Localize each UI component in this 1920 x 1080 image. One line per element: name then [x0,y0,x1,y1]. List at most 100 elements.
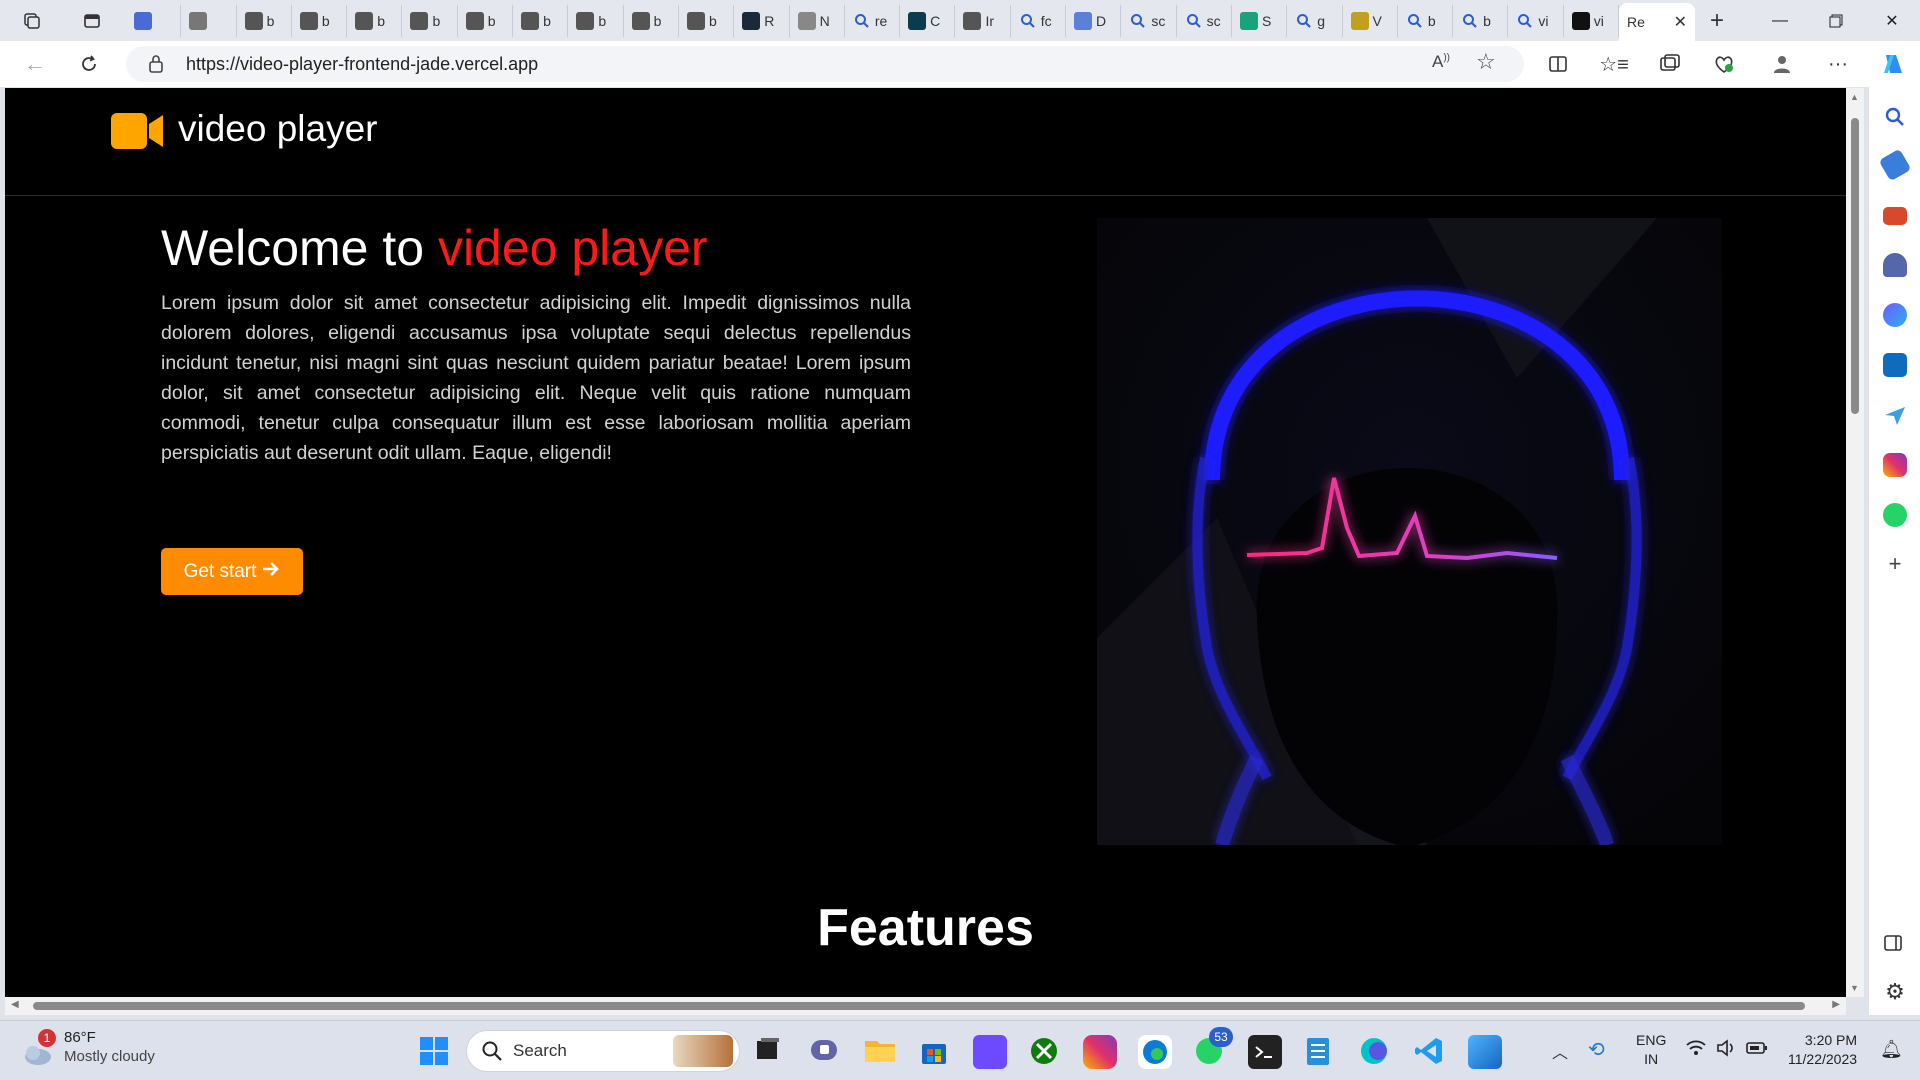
microsoft-365-icon[interactable] [1883,303,1907,327]
vscode-icon[interactable] [1413,1035,1447,1069]
tab-item[interactable]: fc [1011,4,1067,37]
search-icon[interactable] [1883,105,1907,129]
favorites-icon[interactable]: ☆≡ [1596,46,1632,82]
back-icon[interactable]: ← [8,41,62,87]
teams-chat-icon[interactable] [808,1035,842,1069]
notification-bell-icon[interactable]: 🔔︎ [1880,1039,1903,1060]
outlook-icon[interactable] [1883,353,1907,377]
refresh-icon[interactable] [62,41,116,87]
scroll-left-icon[interactable]: ◀ [11,999,19,1010]
tab-item[interactable]: b [347,4,403,37]
tab-item[interactable]: sc [1177,4,1232,37]
xbox-icon[interactable] [1028,1035,1062,1069]
tab-item[interactable]: N [790,4,845,37]
proton-vpn-icon[interactable] [973,1035,1007,1069]
terminal-icon[interactable] [1248,1035,1282,1069]
windows-start-icon[interactable] [418,1035,452,1069]
show-hidden-icons-chevron[interactable]: ︿ [1552,1039,1568,1063]
tab-item[interactable]: b [1453,4,1509,37]
close-window-icon[interactable]: ✕ [1864,0,1920,41]
copilot-icon[interactable] [1875,46,1911,82]
read-aloud-icon[interactable]: A)) [1432,52,1458,76]
add-icon[interactable]: + [1883,553,1907,577]
tools-icon[interactable] [1883,207,1907,225]
collections-icon[interactable] [1652,46,1688,82]
vertical-scroll-thumb[interactable] [1851,118,1859,414]
hero-title-accent: video player [437,220,708,276]
tab-item[interactable]: R [734,4,790,37]
task-view-icon[interactable] [753,1035,787,1069]
tab-item[interactable]: g [1287,4,1343,37]
tab-item[interactable]: vi [1508,4,1564,37]
instagram-icon[interactable] [1883,453,1907,477]
d-favicon-icon [1074,11,1093,30]
tab-item[interactable]: b [292,4,348,37]
microsoft-store-icon[interactable] [918,1035,952,1069]
video-camera-icon[interactable] [111,112,167,150]
address-bar[interactable]: https://video-player-frontend-jade.verce… [126,46,1524,82]
tab-actions-icon[interactable] [72,0,112,41]
profile-avatar[interactable] [1764,46,1800,82]
settings-gear-icon[interactable]: ⚙ [1883,981,1907,1005]
volume-icon[interactable] [1716,1039,1736,1062]
hide-sidebar-icon[interactable] [1883,933,1907,957]
tab-item[interactable]: re [845,4,901,37]
hero-title: Welcome to video player [161,219,708,277]
tab-item[interactable]: b [402,4,458,37]
tab-item[interactable]: C [900,4,956,37]
horizontal-scrollbar[interactable]: ◀ ▶ [5,997,1846,1015]
tab-item[interactable]: S [1232,4,1288,37]
games-icon[interactable] [1883,253,1907,277]
tab-item[interactable]: b [1398,4,1454,37]
tab-item[interactable]: sc [1121,4,1177,37]
tab-item[interactable]: Ir [955,4,1011,37]
minimize-icon[interactable]: — [1752,0,1808,41]
image-editor-icon[interactable] [1468,1035,1502,1069]
workspaces-icon[interactable] [12,0,52,41]
more-menu-icon[interactable]: ··· [1820,46,1856,82]
edge-browser-icon[interactable] [1138,1035,1172,1069]
get-start-button[interactable]: Get start [161,548,303,595]
system-clock[interactable]: 3:20 PM 11/22/2023 [1788,1031,1857,1069]
battery-icon[interactable] [1746,1041,1768,1060]
scroll-right-icon[interactable]: ▶ [1832,999,1840,1010]
browser-essentials-icon[interactable] [1706,46,1742,82]
language-indicator[interactable]: ENG IN [1636,1031,1666,1069]
tab-item[interactable] [126,4,182,37]
canva-icon[interactable] [1358,1035,1392,1069]
split-screen-icon[interactable] [1540,46,1576,82]
tab-item[interactable]: D [1066,4,1122,37]
tab-item[interactable]: b [679,4,735,37]
instagram-app-icon[interactable] [1083,1035,1117,1069]
site-logo-text[interactable]: video player [178,108,378,150]
close-tab-icon[interactable]: ✕ [1674,12,1687,32]
whatsapp-icon[interactable] [1883,503,1907,527]
tab-item[interactable]: V [1343,4,1398,37]
tab-item[interactable]: b [624,4,679,37]
scroll-down-icon[interactable]: ▼ [1850,983,1859,993]
scroll-up-icon[interactable]: ▲ [1850,92,1859,102]
tab-active[interactable]: Re ✕ [1619,3,1696,41]
wifi-icon[interactable] [1686,1039,1706,1062]
tab-item[interactable]: b [568,4,624,37]
sync-icon[interactable]: ⟲ [1588,1037,1605,1062]
tab-item[interactable] [181,4,237,37]
tab-item[interactable]: b [513,4,569,37]
notepad-icon[interactable] [1303,1035,1337,1069]
tab-item[interactable]: b [237,4,292,37]
restore-icon[interactable] [1808,0,1864,41]
file-explorer-icon[interactable] [863,1035,897,1069]
vertical-scrollbar[interactable]: ▲ ▼ [1846,88,1864,997]
new-tab-button[interactable]: + [1695,7,1739,35]
shopping-tag-icon[interactable] [1878,148,1912,182]
lock-icon[interactable] [148,54,164,79]
horizontal-scroll-thumb[interactable] [33,1002,1805,1010]
whatsapp-app-icon[interactable]: 53 [1193,1027,1233,1069]
send-icon[interactable] [1883,403,1907,427]
weather-widget[interactable]: 1 86°F Mostly cloudy [20,1029,155,1069]
tab-item[interactable]: b [458,4,514,37]
tab-item[interactable]: vi [1564,4,1620,37]
favorite-star-icon[interactable]: ☆ [1476,49,1502,74]
taskbar-search-box[interactable]: Search [466,1030,740,1072]
url-text[interactable]: https://video-player-frontend-jade.verce… [186,54,538,75]
